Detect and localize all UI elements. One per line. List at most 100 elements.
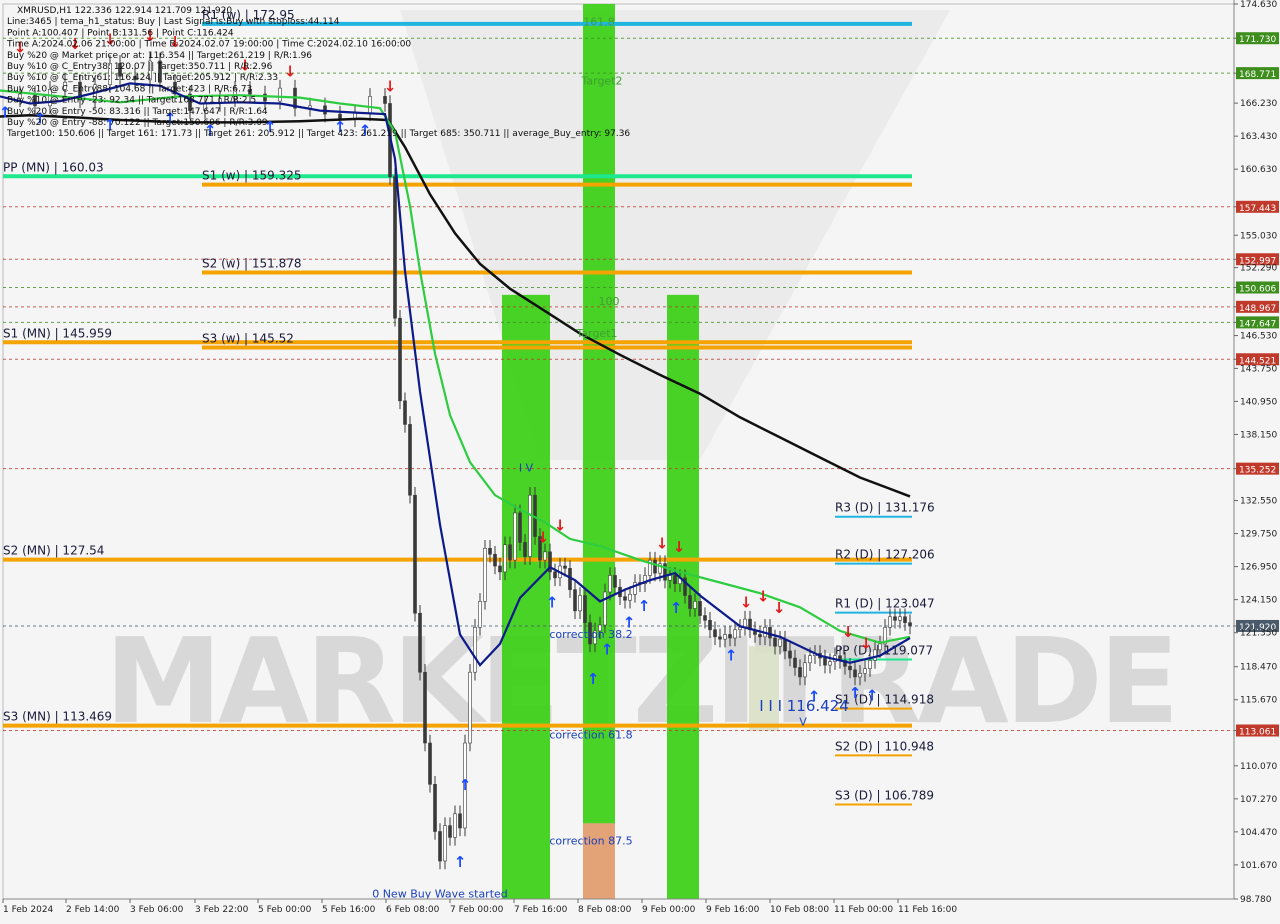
info-line: Time A:2024.02.06 21:00:00 | Time B:2024… (6, 40, 411, 50)
x-tick-label: 2 Feb 14:00 (66, 905, 120, 915)
wave-v-label: V (799, 715, 807, 728)
y-tick-label: 143.750 (1240, 364, 1277, 374)
price-label-text: 150.606 (1239, 284, 1276, 294)
candle-body (443, 825, 447, 862)
info-line: Line:3465 | tema_h1_status: Buy | Last S… (7, 17, 340, 27)
x-tick-label: 10 Feb 08:00 (770, 905, 829, 915)
x-tick-label: 11 Feb 16:00 (898, 905, 957, 915)
candle-body (578, 595, 582, 612)
x-tick-label: 5 Feb 16:00 (322, 905, 376, 915)
y-tick-label: 107.270 (1240, 795, 1277, 805)
candle-body (903, 616, 907, 623)
candle-body (768, 627, 772, 639)
y-tick-label: 160.630 (1240, 165, 1277, 175)
candle-body (398, 317, 402, 402)
candle-body (738, 627, 742, 631)
sell-arrow-icon: ↓ (842, 623, 855, 641)
y-tick-label: 129.750 (1240, 530, 1277, 540)
x-tick-label: 3 Feb 06:00 (130, 905, 184, 915)
sell-arrow-icon: ↓ (757, 587, 770, 605)
buy-arrow-icon: ↑ (546, 593, 559, 611)
target2-value-label: 161.8 (583, 16, 615, 29)
chart-area[interactable]: MARKETZITRADE R1 (w) | 172.95 PP (MN) | 1… (0, 0, 1280, 920)
candle-body (613, 575, 617, 588)
candle-body (453, 813, 457, 838)
y-tick-label: 138.150 (1240, 430, 1277, 440)
y-tick-label: 98.780 (1240, 895, 1272, 905)
candle-body (478, 601, 482, 628)
price-chart[interactable]: MARKETZITRADE R1 (w) | 172.95PP (MN) | 1… (0, 0, 1280, 920)
candle-body (543, 551, 547, 561)
candle-body (828, 661, 832, 666)
y-tick-label: 121.350 (1240, 629, 1277, 639)
price-label-text: 113.061 (1239, 727, 1276, 737)
candle-body (673, 575, 677, 585)
pivot-level-label: S2 (MN) | 127.54 (3, 544, 104, 558)
sell-arrow-icon: ↓ (384, 78, 397, 96)
buy-arrow-icon: ↑ (725, 646, 738, 664)
info-line: Buy %20 @ Entry -88: 70.122 || Target:15… (7, 118, 268, 128)
sell-arrow-icon: ↓ (656, 534, 669, 552)
candle-body (498, 565, 502, 573)
info-line: Buy %10 @ C_Entry88: 104.68 || Target:42… (7, 84, 252, 94)
y-tick-label: 124.150 (1240, 596, 1277, 606)
candle-body (653, 559, 657, 574)
candle-body (403, 400, 407, 425)
y-tick-label: 166.230 (1240, 99, 1277, 109)
candle-body (518, 512, 522, 543)
candle-body (908, 622, 912, 627)
sell-arrow-icon: ↓ (740, 593, 753, 611)
candle-body (458, 813, 462, 829)
pivot-level-label: PP (D) | 119.077 (835, 644, 933, 658)
y-tick-label: 146.530 (1240, 332, 1277, 342)
sell-arrow-icon: ↓ (537, 528, 550, 546)
buy-arrow-icon: ↑ (587, 670, 600, 688)
candle-body (473, 627, 477, 673)
candle-body (553, 571, 557, 579)
info-line: Buy %20 @ Entry -50: 83.316 || Target:14… (7, 107, 268, 117)
candle-body (823, 657, 827, 666)
info-line: Buy %20 @ Market price or at: 116.354 ||… (7, 51, 312, 61)
candle-body (723, 634, 727, 640)
pivot-level-label: S1 (w) | 159.325 (202, 169, 302, 183)
sell-arrow-icon: ↓ (673, 538, 686, 556)
candle-body (408, 424, 412, 496)
candle-body (438, 831, 442, 862)
candle-body (788, 650, 792, 659)
candle-body (523, 542, 527, 557)
price-label-text: 157.443 (1239, 204, 1276, 214)
info-line: Buy %10 @ Entry -23: 92.34 || Target:168… (7, 96, 256, 106)
candle-body (848, 666, 852, 671)
candle-body (853, 669, 857, 678)
buy-arrow-icon: ↑ (459, 776, 472, 794)
candle-body (898, 616, 902, 621)
candle-body (703, 615, 707, 621)
candle-body (623, 596, 627, 601)
correction-38-label: correction 38.2 (549, 628, 632, 641)
info-line: Point A:100.407 | Point B:131.56 | Point… (7, 28, 234, 38)
candle-body (783, 638, 787, 652)
candle-body (893, 616, 897, 621)
x-tick-label: 6 Feb 08:00 (386, 905, 440, 915)
pivot-level-label: PP (MN) | 160.03 (3, 160, 104, 174)
buy-arrow-icon: ↑ (454, 853, 467, 871)
candle-body (878, 643, 882, 651)
y-tick-label: 118.470 (1240, 663, 1277, 673)
sell-arrow-icon: ↓ (860, 635, 873, 653)
candle-body (608, 575, 612, 593)
candle-body (423, 671, 427, 744)
sell-arrow-icon: ↓ (554, 517, 567, 535)
info-line: Buy %10 @ C_Entry38: 120.07 || Target:35… (7, 62, 273, 72)
candle-body (483, 548, 487, 602)
price-label-text: 147.647 (1239, 319, 1276, 329)
sell-arrow-icon: ↓ (773, 599, 786, 617)
candle-body (868, 660, 872, 669)
y-tick-label: 115.670 (1240, 696, 1277, 706)
target1-value-label: 100 (599, 295, 620, 308)
candle-body (803, 662, 807, 678)
pivot-level-label: R3 (D) | 131.176 (835, 501, 935, 515)
candle-body (728, 634, 732, 639)
candle-body (468, 671, 472, 744)
candle-body (448, 825, 452, 838)
x-tick-label: 9 Feb 16:00 (706, 905, 760, 915)
